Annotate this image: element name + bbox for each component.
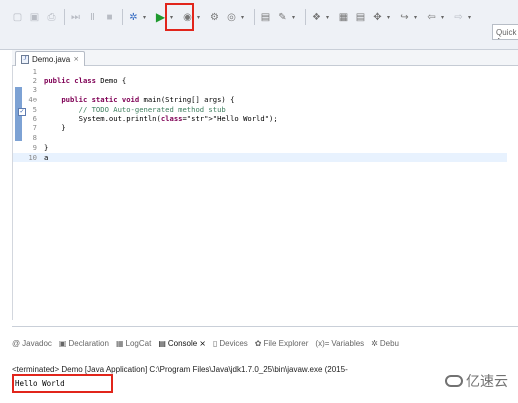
close-icon[interactable]: ⨯ [199, 339, 206, 348]
coverage-dropdown-icon[interactable]: ▾ [197, 14, 204, 21]
code-text: public static void main(String[] args) { [61, 95, 235, 104]
current-code-line: 10 a [13, 153, 507, 162]
console-icon: ▤ [158, 338, 166, 348]
annotation-button[interactable]: ❖ [309, 10, 324, 25]
code-line: 7 } [13, 123, 507, 132]
line-number: 8 [32, 133, 37, 142]
show-whitespace-button[interactable]: ▤ [353, 10, 368, 25]
main-toolbar: ▢ ▣ ⎙ ⏭ Ⅱ ■ ✲ ▾ ▶ ▾ ◉ ▾ ⚙ ◎ ▾ ▤ ✎ ▾ ❖ ▾ … [0, 0, 518, 50]
line-number: 6 [32, 114, 37, 123]
back-dropdown-icon[interactable]: ▾ [441, 14, 448, 21]
suspend-button[interactable]: Ⅱ [85, 10, 100, 25]
line-number: 1 [32, 67, 37, 76]
code-line: 8 [13, 133, 507, 142]
debug-button[interactable]: ✲ [126, 10, 141, 25]
line-number: 7 [32, 123, 37, 132]
close-icon[interactable]: ⨯ [73, 55, 79, 63]
tab-label: Devices [219, 338, 248, 348]
output-highlight [12, 374, 113, 393]
line-number: 5 [32, 105, 37, 114]
mark-dropdown-icon[interactable]: ▾ [387, 14, 394, 21]
code-text: a [44, 153, 49, 162]
skip-breakpoints-button[interactable]: ⏭ [68, 10, 83, 25]
code-line: 1 [13, 67, 507, 76]
watermark-logo: 亿速云 [445, 371, 508, 391]
line-number: 2 [32, 76, 37, 85]
tab-file-explorer[interactable]: ✿ File Explorer [255, 339, 309, 348]
code-text: } [44, 143, 49, 152]
line-number: 3 [32, 85, 37, 94]
toolbar-row: ▢ ▣ ⎙ ⏭ Ⅱ ■ ✲ ▾ ▶ ▾ ◉ ▾ ⚙ ◎ ▾ ▤ ✎ ▾ ❖ ▾ … [10, 6, 478, 28]
logcat-icon: ▦ [115, 338, 124, 348]
next-annotation-button[interactable]: ↪ [397, 10, 412, 25]
tab-label: Console [167, 338, 198, 348]
code-text: } [44, 123, 66, 132]
code-text: System.out.println(class="str">"Hello Wo… [44, 114, 278, 123]
print-button[interactable]: ⎙ [44, 10, 59, 25]
save-button[interactable]: ▢ [10, 10, 25, 25]
next-dropdown-icon[interactable]: ▾ [414, 14, 421, 21]
variables-icon: (x)= [315, 338, 330, 348]
search-button[interactable]: ✎ [275, 10, 290, 25]
mark-occurrences-button[interactable]: ✥ [370, 10, 385, 25]
new-java-class-button[interactable]: ◎ [224, 10, 239, 25]
external-tools-button[interactable]: ⚙ [207, 10, 222, 25]
forward-button[interactable]: ⇨ [451, 10, 466, 25]
toolbar-separator [122, 9, 123, 25]
editor-tab-bar: J Demo.java ⨯ [12, 50, 518, 66]
tab-console[interactable]: ▤ Console ⨯ [158, 339, 206, 348]
java-file-icon: J [21, 54, 29, 64]
tab-label: LogCat [125, 338, 152, 348]
tab-logcat[interactable]: ▦ LogCat [116, 339, 151, 348]
tab-declaration[interactable]: ▣ Declaration [59, 339, 109, 348]
declaration-icon: ▣ [58, 338, 67, 348]
annotation-dropdown-icon[interactable]: ▾ [326, 14, 333, 21]
tab-label: Javadoc [22, 338, 52, 348]
android-icon: ✿ [254, 338, 262, 348]
open-type-button[interactable]: ▤ [258, 10, 273, 25]
tab-label: Declaration [68, 338, 109, 348]
devices-icon: ▯ [212, 338, 218, 348]
code-line: 2 public class Demo { [13, 76, 507, 85]
line-number: 4⊖ [28, 95, 37, 104]
terminate-button[interactable]: ■ [102, 10, 117, 25]
back-button[interactable]: ⇦ [424, 10, 439, 25]
editor-tab-demo-java[interactable]: J Demo.java ⨯ [15, 51, 86, 66]
tab-label: File Explorer [263, 338, 309, 348]
toolbar-separator [254, 9, 255, 25]
forward-dropdown-icon[interactable]: ▾ [468, 14, 475, 21]
line-number: 10 [28, 153, 37, 162]
run-button-highlight [165, 3, 194, 31]
code-comment: // TODO Auto-generated method stub [44, 105, 226, 114]
javadoc-icon: @ [12, 338, 21, 348]
code-line: 5 // TODO Auto-generated method stub [13, 105, 507, 114]
search-dropdown-icon[interactable]: ▾ [292, 14, 299, 21]
watermark-mark-icon [445, 375, 463, 387]
code-editor[interactable]: ✓ 1 2 public class Demo { 3 4⊖ public st… [12, 66, 518, 320]
debug-icon: ✲ [371, 338, 378, 348]
toolbar-separator [305, 9, 306, 25]
code-text: public class Demo { [44, 76, 127, 85]
code-line: 4⊖ public static void main(String[] args… [13, 95, 507, 104]
toggle-mark-button[interactable]: ▦ [336, 10, 351, 25]
tab-debug[interactable]: ✲ Debu [371, 339, 399, 348]
watermark-text: 亿速云 [466, 373, 508, 389]
tab-label: Debu [379, 338, 399, 348]
code-line: 6 System.out.println(class="str">"Hello … [13, 114, 507, 123]
new-dropdown-icon[interactable]: ▾ [241, 14, 248, 21]
code-line: 3 [13, 85, 507, 94]
tab-devices[interactable]: ▯ Devices [213, 339, 248, 348]
line-number: 9 [32, 143, 37, 152]
editor-tab-label: Demo.java [32, 54, 71, 64]
view-tab-bar: @ Javadoc ▣ Declaration ▦ LogCat ▤ Conso… [12, 335, 518, 351]
save-all-button[interactable]: ▣ [27, 10, 42, 25]
code-line: 9 } [13, 143, 507, 152]
tab-label: Variables [331, 338, 365, 348]
tab-javadoc[interactable]: @ Javadoc [12, 339, 52, 348]
toolbar-separator [64, 9, 65, 25]
tab-variables[interactable]: (x)= Variables [315, 339, 364, 348]
quick-access-input[interactable]: Quick Access [492, 24, 518, 40]
debug-dropdown-icon[interactable]: ▾ [143, 14, 150, 21]
